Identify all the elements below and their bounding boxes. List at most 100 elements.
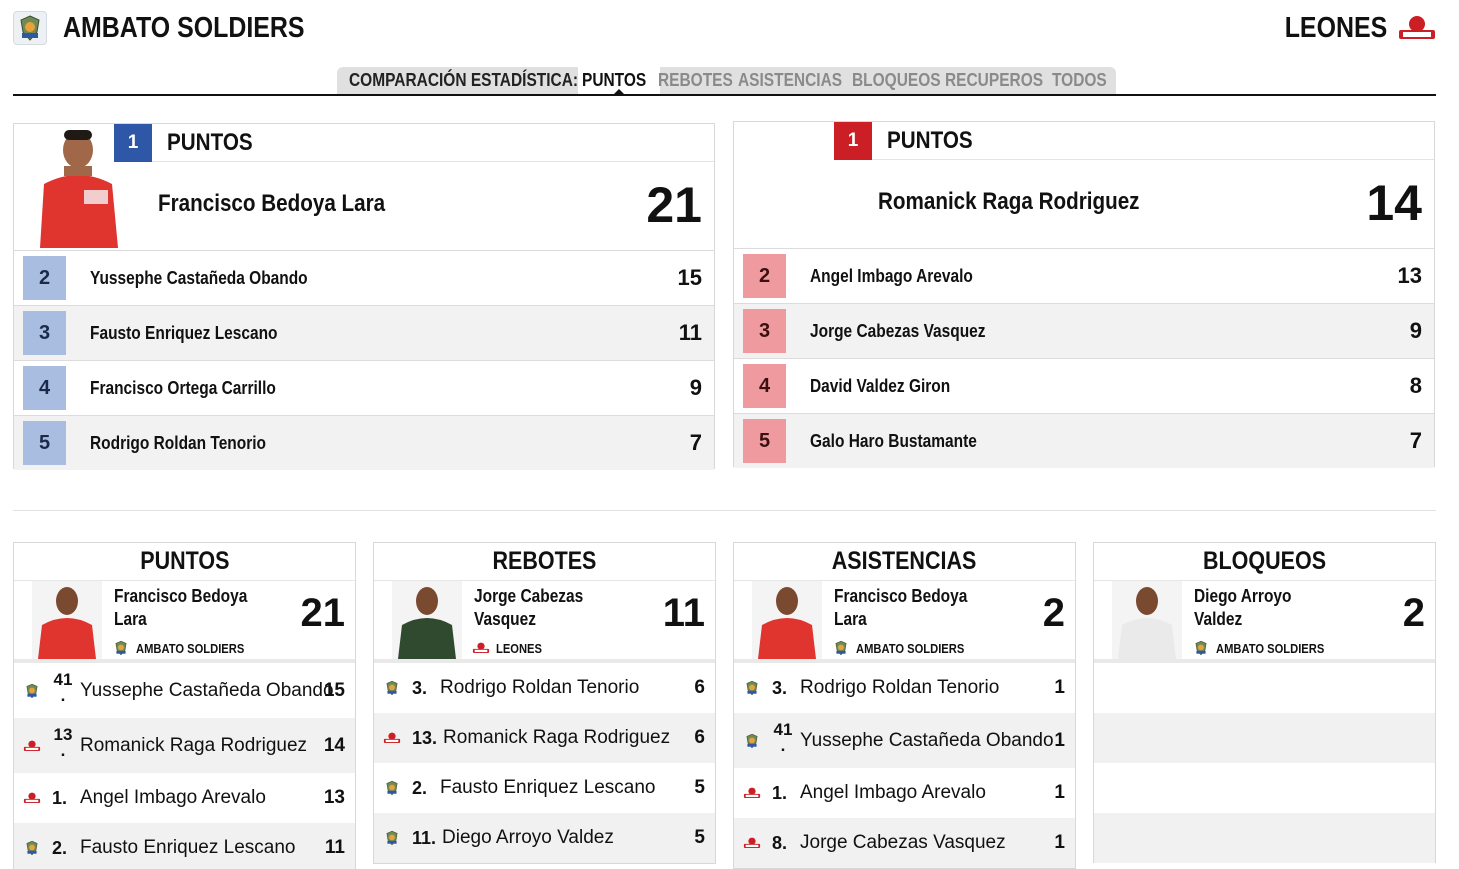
player-number: 2. (412, 777, 428, 798)
player-name[interactable]: Jorge Cabezas Vasquez (810, 321, 986, 342)
player-name[interactable]: Romanick Raga Rodriguez (80, 735, 307, 757)
leader-row[interactable]: 2 Angel Imbago Arevalo 13 (734, 248, 1434, 303)
player-number: 11. (412, 827, 437, 848)
player-photo (32, 581, 102, 659)
leader-row[interactable]: 5 Galo Haro Bustamante 7 (734, 413, 1434, 468)
player-name[interactable]: Galo Haro Bustamante (810, 431, 977, 452)
stat-value: 11 (678, 320, 702, 345)
home-leader-header: 1 PUNTOS (114, 123, 714, 162)
away-leader-header: 1 PUNTOS (834, 121, 1434, 160)
empty-row (1094, 763, 1435, 813)
list-item[interactable]: 11. Diego Arroyo Valdez 5 (374, 813, 715, 863)
player-name[interactable]: Francisco Ortega Carrillo (90, 378, 276, 399)
list-item[interactable]: 1. Angel Imbago Arevalo 1 (734, 768, 1075, 818)
stat-value: 1 (1054, 832, 1065, 853)
list-item[interactable]: 13. Romanick Raga Rodriguez 6 (374, 713, 715, 763)
player-number: 41. (773, 719, 793, 755)
player-name[interactable]: Rodrigo Roldan Tenorio (90, 433, 266, 454)
player-name[interactable]: Angel Imbago Arevalo (80, 787, 266, 809)
team-logo-icon (22, 839, 42, 857)
stat-value: 1 (1054, 677, 1065, 698)
list-item[interactable]: 1. Angel Imbago Arevalo 13 (14, 773, 355, 823)
category-leader: Francisco Bedoya Lara AMBATO SOLDIERS 21 (14, 581, 355, 663)
list-item[interactable]: 41. Yussephe Castañeda Obando 1 (734, 713, 1075, 768)
category-title: ASISTENCIAS (734, 543, 1075, 581)
team-logo-icon (472, 640, 490, 656)
home-team-name: AMBATO SOLDIERS (63, 11, 305, 44)
player-name[interactable]: Angel Imbago Arevalo (810, 266, 973, 287)
category-leader: Francisco Bedoya Lara AMBATO SOLDIERS 2 (734, 581, 1075, 663)
leader-name[interactable]: Jorge Cabezas Vasquez (474, 585, 634, 631)
list-item[interactable]: 13. Romanick Raga Rodriguez 14 (14, 718, 355, 773)
rank-badge: 4 (23, 366, 66, 410)
tab-bloqueos[interactable]: BLOQUEOS (852, 67, 950, 94)
rank-badge: 3 (23, 311, 66, 355)
player-name[interactable]: Rodrigo Roldan Tenorio (800, 677, 999, 699)
list-item[interactable]: 3. Rodrigo Roldan Tenorio 1 (734, 663, 1075, 713)
leader-name[interactable]: Diego Arroyo Valdez (1194, 585, 1354, 631)
home-leader-list: 2 Yussephe Castañeda Obando 15 3 Fausto Enri… (14, 250, 714, 470)
tab-puntos[interactable]: PUNTOS (578, 67, 660, 95)
list-item[interactable]: 41. Yussephe Castañeda Obando 15 (14, 663, 355, 718)
leader-row[interactable]: 4 David Valdez Giron 8 (734, 358, 1434, 413)
leader-row[interactable]: 3 Jorge Cabezas Vasquez 9 (734, 303, 1434, 358)
player-photo (1112, 581, 1182, 659)
list-item[interactable]: 2. Fausto Enriquez Lescano 5 (374, 763, 715, 813)
leader-row[interactable]: 4 Francisco Ortega Carrillo 9 (14, 360, 714, 415)
stat-value: 5 (694, 827, 705, 848)
ambato-soldiers-logo-icon (13, 11, 47, 45)
player-name[interactable]: Diego Arroyo Valdez (442, 827, 614, 849)
team-logo-icon (382, 829, 402, 847)
player-name[interactable]: Yussephe Castañeda Obando (80, 680, 334, 702)
comparison-label: COMPARACIÓN ESTADÍSTICA: (349, 70, 579, 90)
away-leader-value: 14 (1366, 175, 1422, 231)
away-leader-name[interactable]: Romanick Raga Rodriguez (878, 188, 1139, 216)
rank-badge: 2 (23, 256, 66, 300)
list-item[interactable]: 2. Fausto Enriquez Lescano 11 (14, 823, 355, 869)
player-name[interactable]: Fausto Enriquez Lescano (80, 837, 295, 859)
player-name[interactable]: Romanick Raga Rodriguez (443, 727, 670, 749)
leader-row[interactable]: 2 Yussephe Castañeda Obando 15 (14, 250, 714, 305)
home-leader-name[interactable]: Francisco Bedoya Lara (158, 190, 385, 218)
away-leaders-card: 1 PUNTOS Romanick Raga Rodriguez 14 2 Ang… (733, 121, 1435, 468)
away-team-header: LEONES (1268, 8, 1437, 48)
category-leader: Diego Arroyo Valdez AMBATO SOLDIERS 2 (1094, 581, 1435, 663)
player-name[interactable]: Rodrigo Roldan Tenorio (440, 677, 639, 699)
category-title: PUNTOS (14, 543, 355, 581)
player-name[interactable]: Yussephe Castañeda Obando (90, 268, 308, 289)
category-card-asistencias: ASISTENCIAS Francisco Bedoya Lara AMBATO SO… (733, 542, 1076, 869)
leader-team: AMBATO SOLDIERS (832, 640, 982, 656)
player-name[interactable]: Fausto Enriquez Lescano (440, 777, 655, 799)
team-logo-icon (22, 682, 42, 700)
team-logo-icon (382, 679, 402, 697)
list-item[interactable]: 8. Jorge Cabezas Vasquez 1 (734, 818, 1075, 868)
leader-row[interactable]: 5 Rodrigo Roldan Tenorio 7 (14, 415, 714, 470)
stat-value: 1 (1054, 729, 1065, 751)
player-name[interactable]: David Valdez Giron (810, 376, 950, 397)
tab-rebotes[interactable]: REBOTES (658, 67, 742, 94)
player-name[interactable]: Jorge Cabezas Vasquez (800, 832, 1006, 854)
tab-recuperos[interactable]: RECUPEROS (945, 67, 1054, 94)
player-number: 3. (412, 677, 428, 698)
list-item[interactable]: 3. Rodrigo Roldan Tenorio 6 (374, 663, 715, 713)
player-photo (34, 126, 122, 248)
tab-asistencias[interactable]: ASISTENCIAS (738, 67, 856, 94)
rank-badge: 4 (743, 364, 786, 408)
rank-badge: 5 (743, 419, 786, 463)
away-team-name: LEONES (1284, 11, 1387, 44)
stat-value: 15 (677, 265, 702, 290)
leader-name[interactable]: Francisco Bedoya Lara (114, 585, 274, 631)
home-leaders-card: 1 PUNTOS Francisco Bedoya Lara 21 2 Yusse… (13, 123, 715, 470)
team-logo-icon (742, 834, 762, 852)
home-leader-value: 21 (646, 177, 702, 233)
leader-name[interactable]: Francisco Bedoya Lara (834, 585, 994, 631)
team-logo-icon (832, 640, 850, 656)
player-name[interactable]: Fausto Enriquez Lescano (90, 323, 278, 344)
leones-logo-icon (1397, 14, 1437, 42)
leader-row[interactable]: 3 Fausto Enriquez Lescano 11 (14, 305, 714, 360)
player-name[interactable]: Angel Imbago Arevalo (800, 782, 986, 804)
leader-rank-badge: 1 (834, 121, 872, 160)
player-name[interactable]: Yussephe Castañeda Obando (800, 730, 1054, 752)
tab-todos[interactable]: TODOS (1052, 67, 1114, 94)
team-logo-icon (112, 640, 130, 656)
